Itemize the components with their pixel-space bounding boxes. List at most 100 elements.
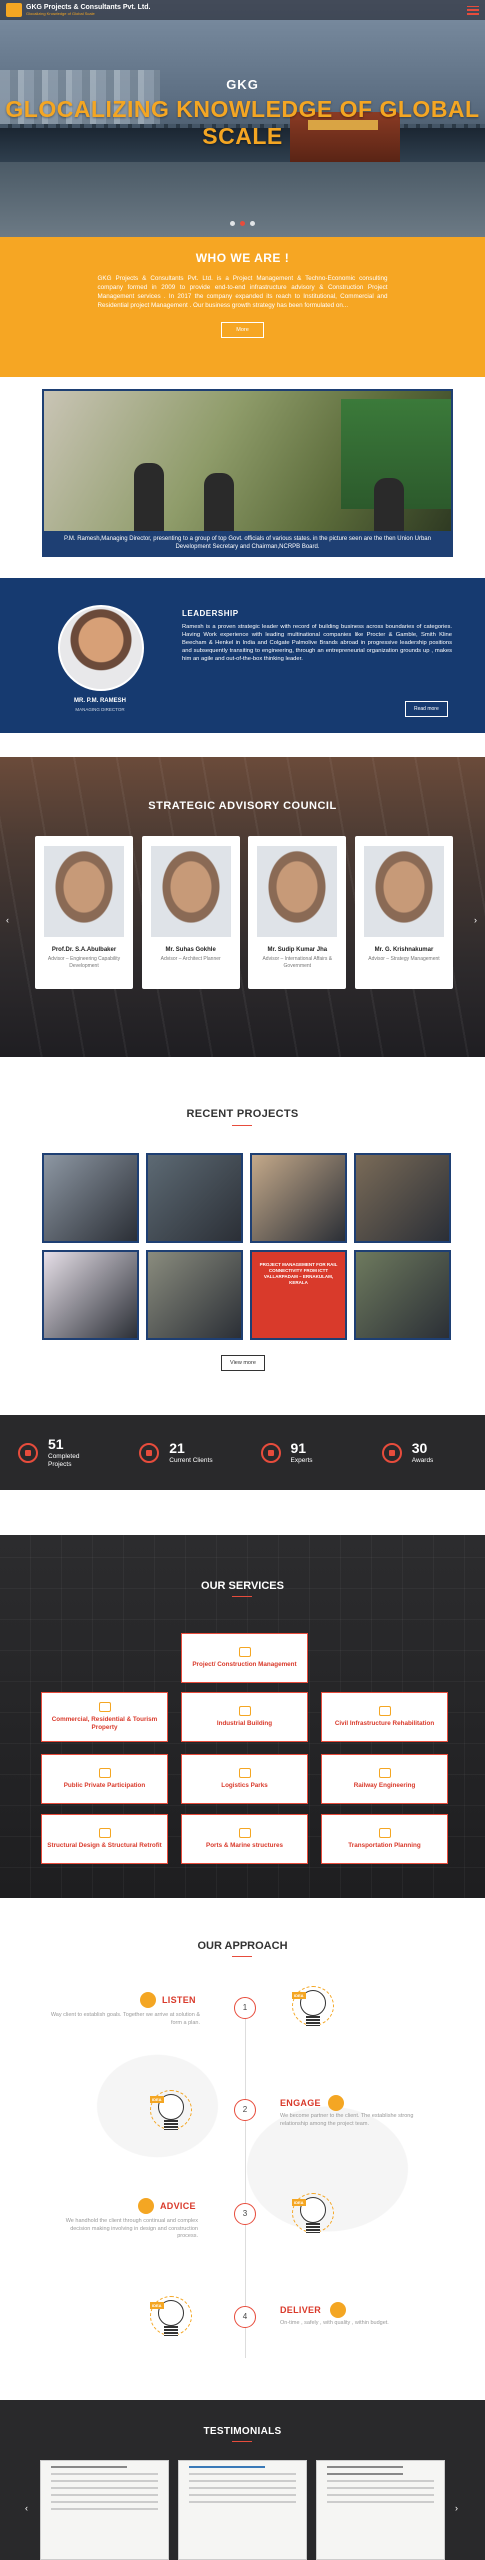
project-tile[interactable] <box>42 1153 139 1243</box>
testimonial-letter[interactable] <box>178 2460 307 2560</box>
service-card[interactable]: Civil Infrastructure Rehabilitation <box>321 1692 448 1742</box>
member-name: Mr. G. Krishnakumar <box>374 947 434 953</box>
council-card[interactable]: Prof.Dr. S.A.Abulbaker Advisor – Enginee… <box>35 836 133 989</box>
advice-icon <box>138 2198 154 2214</box>
council-cards: Prof.Dr. S.A.Abulbaker Advisor – Enginee… <box>35 836 453 989</box>
idea-tag: IDEA <box>292 2199 306 2206</box>
member-photo <box>257 846 338 937</box>
council-heading: STRATEGIC ADVISORY COUNCIL <box>148 800 337 812</box>
person <box>204 473 234 533</box>
person <box>134 463 164 533</box>
service-card[interactable]: Commercial, Residential & Tourism Proper… <box>41 1692 168 1742</box>
slider-dot[interactable] <box>250 221 255 226</box>
project-tile[interactable] <box>354 1250 451 1340</box>
leader-avatar <box>58 605 144 691</box>
service-card[interactable]: Project/ Construction Management <box>181 1633 308 1683</box>
approach-section: OUR APPROACH LISTEN Way client to establ… <box>0 1898 485 2400</box>
service-card[interactable]: Public Private Participation <box>41 1754 168 1804</box>
next-arrow-icon[interactable]: › <box>474 915 477 925</box>
slider-dot[interactable] <box>230 221 235 226</box>
project-tile[interactable] <box>354 1153 451 1243</box>
service-name: Industrial Building <box>216 1720 273 1727</box>
service-name: Structural Design & Structural Retrofit <box>47 1842 162 1849</box>
lightbulb-icon: IDEA <box>292 2193 334 2237</box>
company-logo[interactable] <box>6 3 22 17</box>
service-card[interactable]: Structural Design & Structural Retrofit <box>41 1814 168 1864</box>
trophy-icon <box>381 1442 402 1463</box>
heading-underline <box>232 2441 252 2442</box>
project-tile[interactable] <box>250 1153 347 1243</box>
presentation-photo: P.M. Ramesh,Managing Director, presentin… <box>42 389 453 557</box>
stat-label: Completed Projects <box>48 1452 80 1468</box>
stat-number: 21 <box>169 1439 185 1456</box>
testimonials-section: TESTIMONIALS ‹ › <box>0 2400 485 2560</box>
service-icon <box>238 1828 251 1838</box>
prev-arrow-icon[interactable]: ‹ <box>6 915 9 925</box>
service-card[interactable]: Logistics Parks <box>181 1754 308 1804</box>
service-name: Ports & Marine structures <box>206 1842 283 1849</box>
leadership-heading: LEADERSHIP <box>182 609 239 618</box>
listen-icon <box>140 1992 156 2008</box>
timeline-line <box>245 1998 246 2358</box>
project-tile[interactable] <box>146 1250 243 1340</box>
services-section: OUR SERVICES Project/ Construction Manag… <box>0 1490 485 1898</box>
project-tile[interactable] <box>146 1153 243 1243</box>
step-number: 3 <box>234 2203 256 2225</box>
project-title: PROJECT MANAGEMENT FOR RAIL CONNECTIVITY… <box>259 1262 338 1285</box>
idea-tag: IDEA <box>292 1992 306 1999</box>
services-heading: OUR SERVICES <box>201 1580 284 1592</box>
project-tile[interactable] <box>42 1250 139 1340</box>
step-number: 2 <box>234 2099 256 2121</box>
more-button[interactable]: More <box>221 322 264 338</box>
service-name: Railway Engineering <box>353 1782 416 1789</box>
logo-text[interactable]: GKG Projects & Consultants Pvt. Ltd. Glo… <box>26 4 150 16</box>
view-more-button[interactable]: View more <box>221 1355 265 1371</box>
step-desc: On-time , safely , with quality , within… <box>280 2320 389 2326</box>
service-icon <box>98 1768 111 1778</box>
hero-kicker: GKG <box>226 77 259 92</box>
leader-role: MANAGING DIRECTOR <box>75 707 125 712</box>
person <box>374 478 404 533</box>
stat-label: Experts <box>290 1456 313 1464</box>
service-card[interactable]: Railway Engineering <box>321 1754 448 1804</box>
projects-grid: PROJECT MANAGEMENT FOR RAIL CONNECTIVITY… <box>42 1153 452 1340</box>
read-more-button[interactable]: Read more <box>405 701 448 717</box>
service-card[interactable]: Transportation Planning <box>321 1814 448 1864</box>
idea-tag: IDEA <box>150 2096 164 2103</box>
leadership-section: MR. P.M. RAMESH MANAGING DIRECTOR LEADER… <box>0 578 485 733</box>
service-name: Project/ Construction Management <box>192 1661 297 1668</box>
testimonial-letter[interactable] <box>40 2460 169 2560</box>
service-icon <box>378 1706 391 1716</box>
service-card[interactable]: Industrial Building <box>181 1692 308 1742</box>
company-name: GKG Projects & Consultants Pvt. Ltd. <box>26 4 151 11</box>
experts-icon <box>260 1442 281 1463</box>
service-name: Commercial, Residential & Tourism Proper… <box>51 1716 158 1731</box>
service-icon <box>238 1647 251 1657</box>
hamburger-icon[interactable] <box>467 5 479 15</box>
lightbulb-icon: IDEA <box>292 1986 334 2030</box>
recent-projects-section: RECENT PROJECTS PROJECT MANAGEMENT FOR R… <box>0 1057 485 1415</box>
hero-banner: GKG GLOCALIZING KNOWLEDGE OF GLOBAL SCAL… <box>0 0 485 237</box>
prev-arrow-icon[interactable]: ‹ <box>25 2503 28 2513</box>
deliver-icon <box>330 2302 346 2318</box>
project-tile[interactable]: PROJECT MANAGEMENT FOR RAIL CONNECTIVITY… <box>250 1250 347 1340</box>
briefcase-icon <box>18 1442 38 1463</box>
council-card[interactable]: Mr. G. Krishnakumar Advisor – Strategy M… <box>354 836 453 989</box>
service-icon <box>378 1828 391 1838</box>
stat-label: Awards <box>411 1456 434 1464</box>
member-role: Advisor – Strategy Management <box>368 956 440 962</box>
service-icon <box>98 1702 111 1712</box>
lightbulb-icon: IDEA <box>150 2296 192 2340</box>
service-card[interactable]: Ports & Marine structures <box>181 1814 308 1864</box>
heading-underline <box>232 1125 252 1126</box>
next-arrow-icon[interactable]: › <box>455 2503 458 2513</box>
step-desc: We become partner to the client. The est… <box>280 2113 414 2127</box>
testimonial-letter[interactable] <box>316 2460 445 2560</box>
council-card[interactable]: Mr. Sudip Kumar Jha Advisor – Internatio… <box>248 836 347 989</box>
step-title: DELIVER <box>280 2305 322 2315</box>
stat-number: 30 <box>411 1439 428 1456</box>
council-card[interactable]: Mr. Suhas Gokhle Advisor – Architect Pla… <box>141 836 240 989</box>
slider-dot-active[interactable] <box>240 221 245 226</box>
member-name: Mr. Sudip Kumar Jha <box>267 947 328 953</box>
member-name: Mr. Suhas Gokhle <box>165 947 216 953</box>
